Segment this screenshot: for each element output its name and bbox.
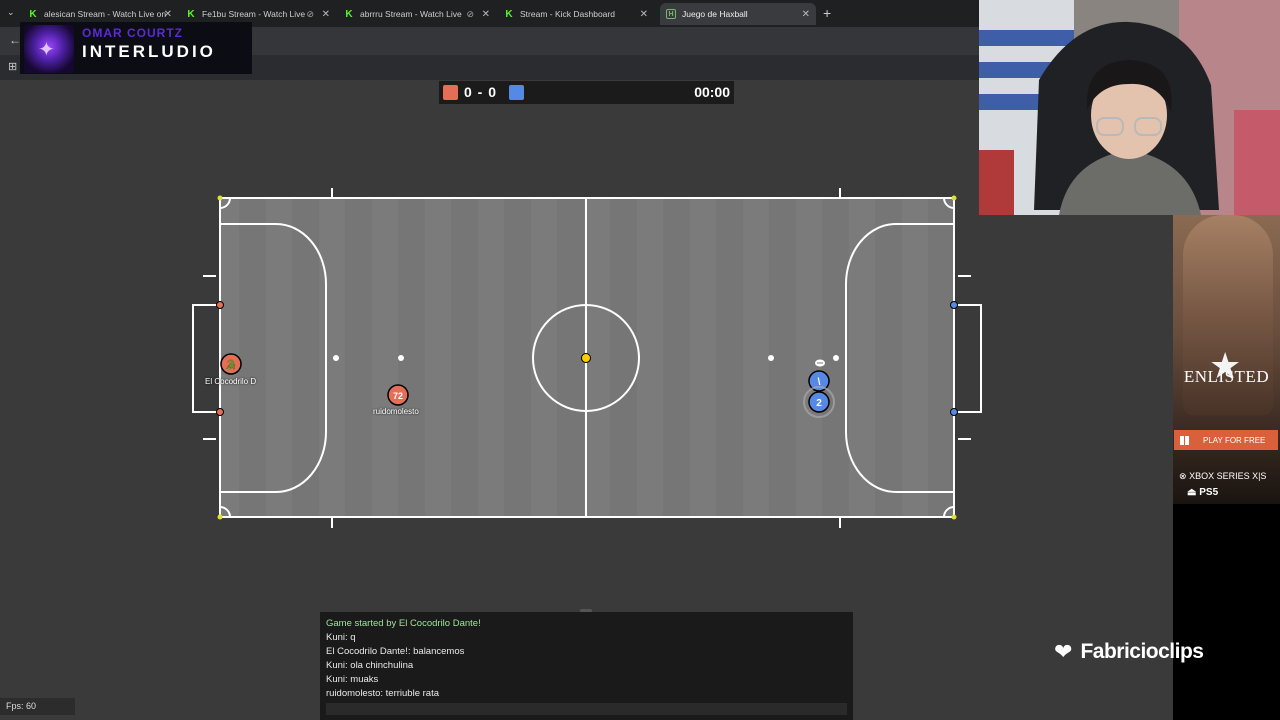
- heart-icon: ❤: [1054, 639, 1073, 664]
- kick-icon: K: [187, 8, 195, 20]
- chat-message: Kuni: muaks: [326, 674, 379, 685]
- blue-goal-post: [950, 301, 958, 309]
- haxball-icon: H: [666, 9, 676, 19]
- xbox-icon: ⊗: [1179, 471, 1187, 481]
- svg-text:72: 72: [393, 391, 403, 401]
- tab-kick-dashboard[interactable]: K Stream - Kick Dashboard ✕: [504, 3, 654, 25]
- overlay-title: INTERLUDIO: [82, 42, 216, 61]
- chat-message: El Cocodrilo Dante!: balancemos: [326, 646, 465, 657]
- red-goal-post: [216, 408, 224, 416]
- svg-text:2: 2: [816, 398, 822, 409]
- blue-team-indicator: [509, 85, 524, 100]
- player-name-label: ruidomolesto: [373, 407, 419, 416]
- watermark: ❤ Fabricioclips: [1054, 639, 1204, 665]
- chat-panel: Game started by El Cocodrilo Dante! Kuni…: [320, 612, 853, 720]
- close-icon[interactable]: ✕: [482, 9, 490, 20]
- ps5-platform-label: ⏏ PS5: [1187, 487, 1219, 498]
- windows-icon: [1180, 435, 1189, 445]
- chat-notice: Game started by El Cocodrilo Dante!: [326, 618, 481, 629]
- blue-goal-post: [950, 408, 958, 416]
- chat-bubble-icon: [815, 359, 825, 367]
- spot-marker: [333, 355, 339, 361]
- red-player-cocodrilo: 🐊: [220, 353, 242, 375]
- webcam-feed: [979, 0, 1280, 215]
- scoreboard: 0 - 0 00:00: [439, 81, 734, 104]
- tab-haxball[interactable]: H Juego de Haxball ✕: [660, 3, 816, 25]
- close-icon[interactable]: ✕: [164, 9, 172, 20]
- mute-icon[interactable]: ⊘: [306, 9, 314, 20]
- chat-input[interactable]: [326, 703, 847, 715]
- close-icon[interactable]: ✕: [322, 9, 330, 20]
- watermark-text: Fabricioclips: [1080, 640, 1204, 663]
- red-team-indicator: [443, 85, 458, 100]
- chat-message: Kuni: ola chinchulina: [326, 660, 414, 671]
- corner-marker: [217, 195, 223, 201]
- crocodile-emoji-icon: 🐊: [225, 358, 237, 371]
- play-for-free-button[interactable]: PLAY FOR FREE: [1174, 430, 1278, 450]
- kick-icon: K: [505, 8, 513, 20]
- blue-player-self: 2: [803, 386, 835, 418]
- score-text: 0 - 0: [464, 84, 498, 100]
- xbox-platform-label: ⊗ XBOX SERIES X|S: [1179, 471, 1267, 481]
- player-name-label: El Cocodrilo D: [205, 377, 257, 386]
- tab-search-icon[interactable]: ⌄: [7, 7, 15, 18]
- spot-marker: [833, 355, 839, 361]
- stream-overlay-badge: ✦ OMAR COURTZ INTERLUDIO: [20, 22, 252, 74]
- mute-icon[interactable]: ⊘: [466, 9, 474, 20]
- corner-marker: [217, 514, 223, 520]
- advertisement[interactable]: ★ ENLISTED PLAY FOR FREE ⊗ XBOX SERIES X…: [1173, 215, 1280, 504]
- apps-grid-icon[interactable]: ⊞: [8, 60, 17, 73]
- kick-icon: K: [29, 8, 37, 20]
- neon-logo-icon: ✦: [24, 25, 74, 73]
- kick-icon: K: [345, 8, 353, 20]
- red-goal-post: [216, 301, 224, 309]
- spot-marker: [768, 355, 774, 361]
- close-icon[interactable]: ✕: [802, 9, 810, 20]
- new-tab-button[interactable]: +: [823, 5, 831, 21]
- playstation-icon: ⏏: [1187, 487, 1197, 498]
- fps-counter: Fps: 60: [0, 698, 75, 715]
- tab-abrrru[interactable]: K abrrru Stream - Watch Live ⊘ ✕: [344, 3, 496, 25]
- corner-marker: [951, 195, 957, 201]
- match-timer: 00:00: [694, 84, 730, 100]
- close-icon[interactable]: ✕: [640, 9, 648, 20]
- chat-message: Kuni: q: [326, 632, 356, 643]
- ad-brand: ENLISTED: [1183, 367, 1270, 386]
- haxball-field[interactable]: 🐊 72 \ 2: [186, 182, 996, 532]
- corner-marker: [951, 514, 957, 520]
- ball: [581, 353, 591, 363]
- chat-message: ruidomolesto: terriuble rata: [326, 688, 439, 699]
- red-player-ruidomolesto: 72: [387, 384, 409, 406]
- spot-marker: [398, 355, 404, 361]
- overlay-subtitle: OMAR COURTZ: [82, 26, 183, 40]
- stream-sidebar-black: [1173, 504, 1280, 720]
